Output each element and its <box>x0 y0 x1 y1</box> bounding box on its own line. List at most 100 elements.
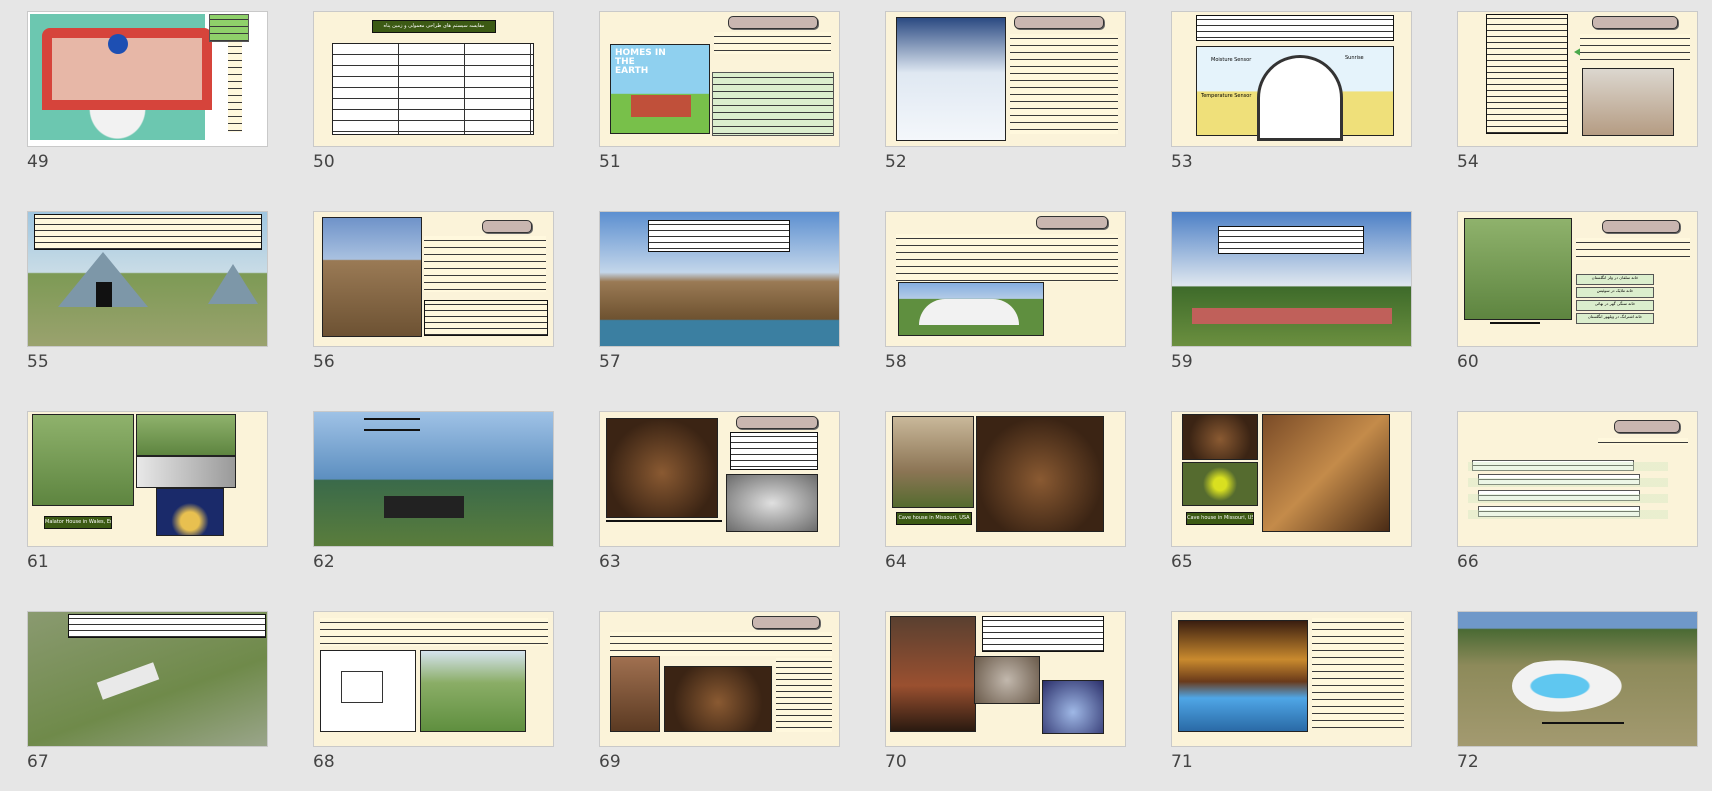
slide-preview <box>27 11 268 147</box>
slide-number: 65 <box>1171 552 1193 572</box>
slide-title <box>736 416 818 429</box>
slide-thumbnail-63[interactable]: 63 <box>599 411 840 591</box>
slide-number: 59 <box>1171 352 1193 372</box>
cave-house-image <box>606 418 718 518</box>
slide-preview <box>1457 611 1698 747</box>
slide-thumbnail-53[interactable]: Moisture Sensor Temperature Sensor Sunri… <box>1171 11 1412 191</box>
slide-number: 51 <box>599 152 621 172</box>
cave-room-image <box>664 666 772 732</box>
slide-number: 63 <box>599 552 621 572</box>
loft-interior-image <box>1262 414 1390 532</box>
list-item-2[interactable]: خانه ملایک در سوئیس <box>1576 287 1654 298</box>
book-cover-title: HOMES IN THE EARTH <box>615 48 666 76</box>
slide-thumbnail-72[interactable]: 72 <box>1457 611 1698 791</box>
slide-text-box <box>1196 15 1394 41</box>
slide-caption-box <box>209 14 249 42</box>
slide-caption-1 <box>364 418 420 420</box>
cave-living-room-image <box>890 616 976 732</box>
slide-text-box <box>730 432 818 470</box>
slide-text-box <box>68 614 266 638</box>
slide-thumbnail-52[interactable]: 52 <box>885 11 1126 191</box>
slide-preview <box>313 411 554 547</box>
slide-thumbnail-55[interactable]: 55 <box>27 211 268 391</box>
slide-thumbnail-59[interactable]: 59 <box>1171 211 1412 391</box>
slide-preview <box>599 411 840 547</box>
slide-title <box>728 16 818 29</box>
floor-plan-image <box>30 14 212 140</box>
slide-thumbnail-61[interactable]: Malator House in Wales, England 61 <box>27 411 268 591</box>
slide-preview: Cave house in Missouri, USA <box>1171 411 1412 547</box>
slide-preview <box>1171 611 1412 747</box>
slide-preview <box>885 611 1126 747</box>
slide-preview <box>599 611 840 747</box>
slide-thumbnail-64[interactable]: Cave house in Missouri, USA 64 <box>885 411 1126 591</box>
slide-preview: HOMES IN THE EARTH <box>599 11 840 147</box>
slide-body-text <box>1598 438 1688 445</box>
hill-house-image <box>1464 218 1572 320</box>
curved-house-image <box>1582 68 1674 136</box>
slide-number: 57 <box>599 352 621 372</box>
slide-thumbnail-54[interactable]: 54 <box>1457 11 1698 191</box>
slide-title <box>1014 16 1104 29</box>
cave-house-exterior-image <box>892 416 974 508</box>
slide-preview <box>27 611 268 747</box>
slide-legend <box>228 42 242 132</box>
slide-thumbnail-58[interactable]: 58 <box>885 211 1126 391</box>
field-image <box>136 414 236 456</box>
slide-thumbnail-68[interactable]: 68 <box>313 611 554 791</box>
dome-diagram: Moisture Sensor Temperature Sensor Sunri… <box>1196 46 1394 141</box>
list-item-4[interactable]: خانه اشترانگ در ویلهور انگلستان <box>1576 313 1654 324</box>
slide-thumbnail-50[interactable]: مقایسه سیستم های طراحی معمولی و زمین پنا… <box>313 11 554 191</box>
slide-body-text <box>1576 238 1690 260</box>
slide-thumbnail-62[interactable]: 62 <box>313 411 554 591</box>
slide-bullet-list <box>1486 14 1568 134</box>
snow-house-image <box>896 17 1006 141</box>
slide-thumbnail-49[interactable]: 49 <box>27 11 268 191</box>
list-item-1[interactable]: خانه سلفان در ولز انگلستان <box>1576 274 1654 285</box>
slide-preview: Malator House in Wales, England <box>27 411 268 547</box>
slide-thumbnail-51[interactable]: HOMES IN THE EARTH 51 <box>599 11 840 191</box>
diagram-label-moisture: Moisture Sensor <box>1211 57 1252 63</box>
slide-thumbnail-57[interactable]: 57 <box>599 211 840 391</box>
slide-preview <box>1457 11 1698 147</box>
slide-number: 68 <box>313 752 335 772</box>
slide-preview <box>1171 211 1412 347</box>
slide-thumbnail-67[interactable]: 67 <box>27 611 268 791</box>
slide-thumbnail-60[interactable]: خانه سلفان در ولز انگلستان خانه ملایک در… <box>1457 211 1698 391</box>
slide-thumbnail-65[interactable]: Cave house in Missouri, USA 65 <box>1171 411 1412 591</box>
slide-thumbnail-71[interactable]: 71 <box>1171 611 1412 791</box>
slide-number: 72 <box>1457 752 1479 772</box>
slide-thumbnail-69[interactable]: 69 <box>599 611 840 791</box>
slide-thumbnail-56[interactable]: 56 <box>313 211 554 391</box>
slide-title <box>752 616 820 629</box>
slide-number: 50 <box>313 152 335 172</box>
slide-number: 52 <box>885 152 907 172</box>
slide-number: 60 <box>1457 352 1479 372</box>
slide-body-text <box>424 236 546 292</box>
diagram-label-temperature: Temperature Sensor <box>1201 93 1252 99</box>
diagram-label-sunrise: Sunrise <box>1345 55 1364 61</box>
comparison-table <box>332 43 534 135</box>
slide-preview <box>885 211 1126 347</box>
cave-pool-interior-image <box>1178 620 1308 732</box>
slide-number: 70 <box>885 752 907 772</box>
slide-thumbnail-66[interactable]: 66 <box>1457 411 1698 591</box>
hillside-house-image <box>322 217 422 337</box>
slide-body-text <box>1312 618 1404 728</box>
cave-room-image <box>1182 414 1258 460</box>
cave-interior-image <box>726 474 818 532</box>
slide-preview <box>27 211 268 347</box>
slide-preview <box>599 211 840 347</box>
slide-number: 56 <box>313 352 335 372</box>
slide-number: 69 <box>599 752 621 772</box>
slide-number: 64 <box>885 552 907 572</box>
cave-house-front-image <box>976 416 1104 532</box>
green-roof-house-image <box>898 282 1044 336</box>
slide-thumbnail-70[interactable]: 70 <box>885 611 1126 791</box>
list-item-3[interactable]: خانه سنگی گهر در بهائی <box>1576 300 1654 311</box>
slide-body-text <box>610 632 832 656</box>
slide-text-box <box>1218 226 1364 254</box>
slide-sorter-grid: 49 مقایسه سیستم های طراحی معمولی و زمین … <box>27 11 1698 791</box>
slide-title <box>1602 220 1680 233</box>
tunnel-image <box>1182 462 1258 506</box>
